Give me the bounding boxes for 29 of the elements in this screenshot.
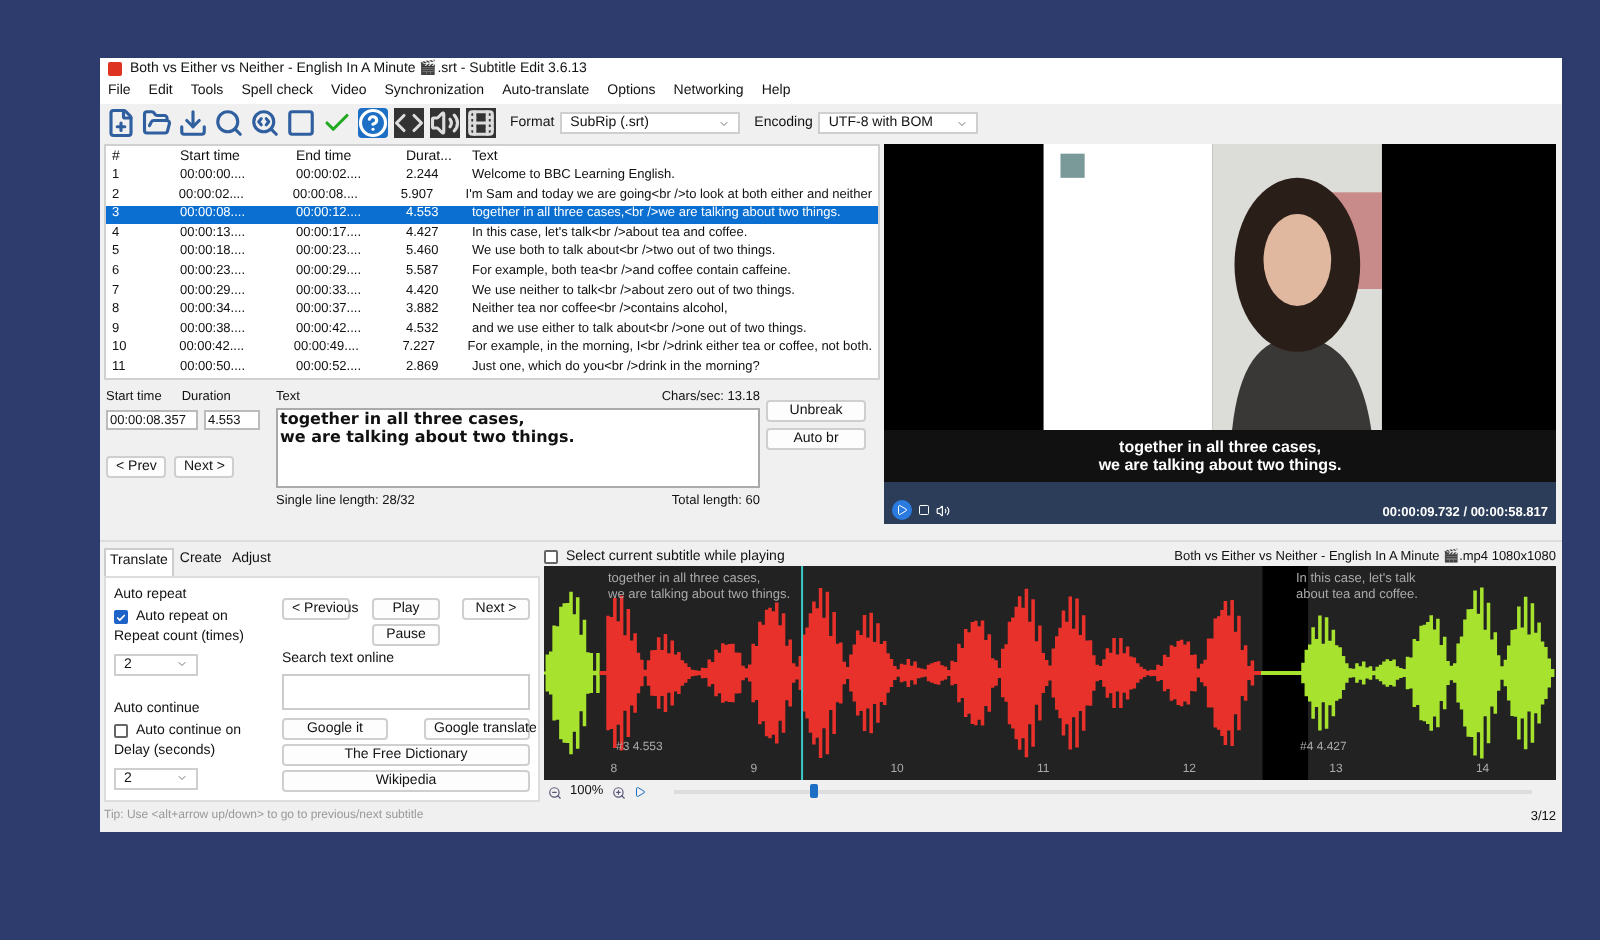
- checkbox[interactable]: [114, 610, 128, 625]
- caret-icon: [176, 658, 188, 671]
- caret-icon: [718, 117, 731, 130]
- new-file-icon[interactable]: [106, 108, 136, 139]
- text-line: we are talking about two things.: [280, 427, 577, 446]
- film-icon[interactable]: [466, 108, 496, 139]
- checkbox[interactable]: [114, 724, 128, 739]
- stop-icon[interactable]: [918, 504, 930, 517]
- download-icon[interactable]: [178, 108, 208, 139]
- video-subtitle: we are talking about two things.: [1098, 456, 1342, 475]
- help-icon[interactable]: [358, 108, 388, 139]
- text-line: together in all three cases,: [280, 409, 527, 428]
- checkbox[interactable]: [544, 550, 558, 565]
- search-field[interactable]: [282, 674, 530, 711]
- search-icon[interactable]: [214, 108, 244, 139]
- code-icon[interactable]: [394, 108, 424, 139]
- zoom-out-icon[interactable]: [548, 785, 562, 800]
- slider-thumb[interactable]: [810, 784, 819, 799]
- search-code-icon[interactable]: [250, 108, 280, 139]
- app-logo-icon: [108, 61, 122, 76]
- caret-icon: [956, 117, 969, 130]
- caret-icon: [176, 772, 188, 785]
- subtitle-text-field[interactable]: together in all three cases, we are talking about two things.: [276, 407, 760, 488]
- zoom-in-icon[interactable]: [611, 785, 626, 800]
- play-icon[interactable]: [892, 500, 912, 521]
- folder-icon[interactable]: [142, 108, 172, 139]
- volume-icon[interactable]: [936, 503, 950, 518]
- video-subtitle: together in all three cases,: [1119, 438, 1321, 457]
- play-icon[interactable]: [633, 786, 646, 799]
